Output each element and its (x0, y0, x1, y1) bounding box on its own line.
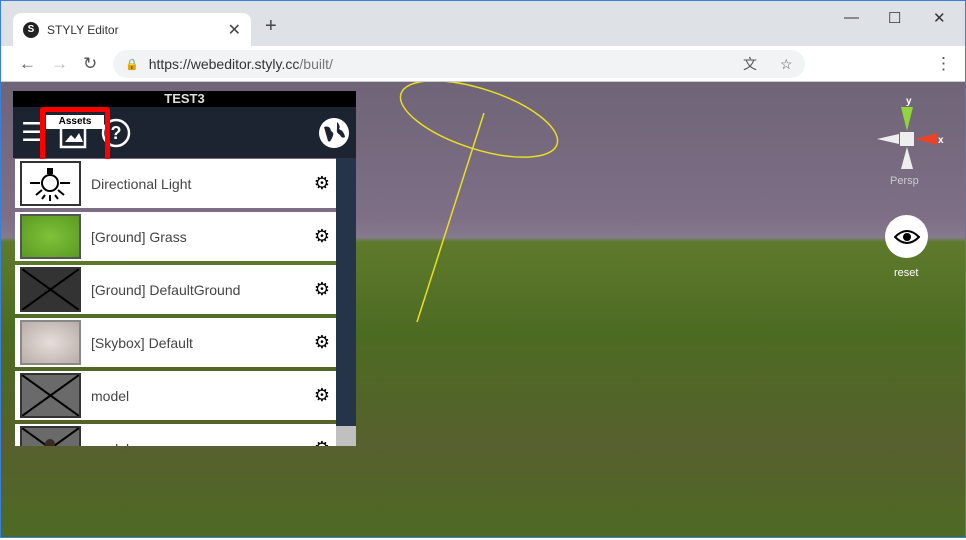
list-item[interactable]: [Ground] Grass ⚙ (15, 212, 336, 261)
url-path: /built/ (299, 56, 333, 72)
lock-icon: 🔒 (125, 58, 139, 71)
translate-icon[interactable]: ⽂ (743, 54, 757, 74)
close-window-button[interactable]: ✕ (933, 9, 946, 27)
neg-y-axis-cone[interactable] (901, 147, 913, 169)
styly-favicon-icon: S (23, 21, 39, 38)
gizmo-center[interactable] (900, 132, 914, 146)
scrollbar-thumb[interactable] (336, 426, 356, 446)
list-item[interactable]: Directional Light ⚙ (15, 159, 336, 208)
skybox-thumbnail (20, 320, 81, 365)
gear-icon[interactable]: ⚙ (314, 279, 330, 300)
url-input[interactable]: 🔒 https://webeditor.styly.cc/built/ ⽂ ☆ (113, 50, 805, 78)
item-label: [Ground] DefaultGround (91, 281, 241, 298)
reload-button[interactable]: ↻ (83, 54, 97, 74)
list-item[interactable]: model_vrm ⚙ (15, 424, 336, 446)
object-list: Directional Light ⚙ [Ground] Grass ⚙ [Gr… (13, 158, 356, 446)
menu-kebab-icon[interactable]: ⋮ (935, 54, 952, 74)
list-item[interactable]: model ⚙ (15, 371, 336, 420)
gear-icon[interactable]: ⚙ (314, 226, 330, 247)
globe-icon[interactable] (318, 117, 350, 149)
model-thumbnail (20, 373, 81, 418)
minimize-button[interactable]: — (844, 9, 859, 26)
back-button[interactable]: ← (19, 54, 36, 74)
browser-window: S STYLY Editor ✕ + — ☐ ✕ ← → ↻ 🔒 https:/… (0, 0, 966, 538)
close-tab-icon[interactable]: ✕ (228, 20, 241, 40)
list-scrollbar[interactable] (336, 158, 356, 446)
reset-label: reset (894, 267, 919, 279)
tab-bar: S STYLY Editor ✕ + — ☐ ✕ (1, 1, 965, 46)
y-axis-label: y (906, 96, 912, 107)
axis-gizmo[interactable]: y x (875, 93, 945, 173)
forward-button[interactable]: → (51, 54, 68, 74)
item-label: [Ground] Grass (91, 228, 187, 245)
bookmark-star-icon[interactable]: ☆ (780, 56, 793, 73)
hierarchy-panel: TEST3 ☰ ? Assets Directional Light ⚙ [Gr… (13, 91, 356, 446)
model-vrm-thumbnail (20, 426, 81, 446)
scene-title: TEST3 (13, 91, 356, 107)
browser-tab[interactable]: S STYLY Editor ✕ (13, 13, 251, 46)
assets-tooltip: Assets (46, 115, 104, 129)
gear-icon[interactable]: ⚙ (314, 385, 330, 406)
x-axis-cone[interactable] (915, 133, 937, 145)
svg-text:?: ? (111, 123, 122, 143)
new-tab-button[interactable]: + (265, 15, 277, 38)
grass-thumbnail (20, 214, 81, 259)
item-label: [Skybox] Default (91, 334, 193, 351)
tab-title: STYLY Editor (47, 22, 119, 37)
light-bulb-thumbnail-icon (20, 161, 81, 206)
gear-icon[interactable]: ⚙ (314, 173, 330, 194)
panel-toolbar: ☰ ? Assets (13, 107, 356, 173)
item-label: model (91, 387, 130, 404)
eye-icon (893, 229, 920, 244)
gear-icon[interactable]: ⚙ (314, 438, 330, 446)
x-axis-label: x (938, 135, 944, 146)
neg-x-axis-cone[interactable] (877, 134, 899, 144)
address-bar-row: ← → ↻ 🔒 https://webeditor.styly.cc/built… (1, 46, 965, 82)
gear-icon[interactable]: ⚙ (314, 332, 330, 353)
list-item[interactable]: [Ground] DefaultGround ⚙ (15, 265, 336, 314)
list-item[interactable]: [Skybox] Default ⚙ (15, 318, 336, 367)
item-label: Directional Light (91, 175, 192, 192)
maximize-button[interactable]: ☐ (888, 9, 901, 27)
item-label: model_vrm (91, 441, 160, 447)
projection-mode-label[interactable]: Persp (890, 175, 919, 187)
default-ground-thumbnail (20, 267, 81, 312)
url-host: https://webeditor.styly.cc (148, 56, 300, 72)
y-axis-cone[interactable] (901, 107, 913, 131)
reset-view-button[interactable] (885, 215, 928, 258)
